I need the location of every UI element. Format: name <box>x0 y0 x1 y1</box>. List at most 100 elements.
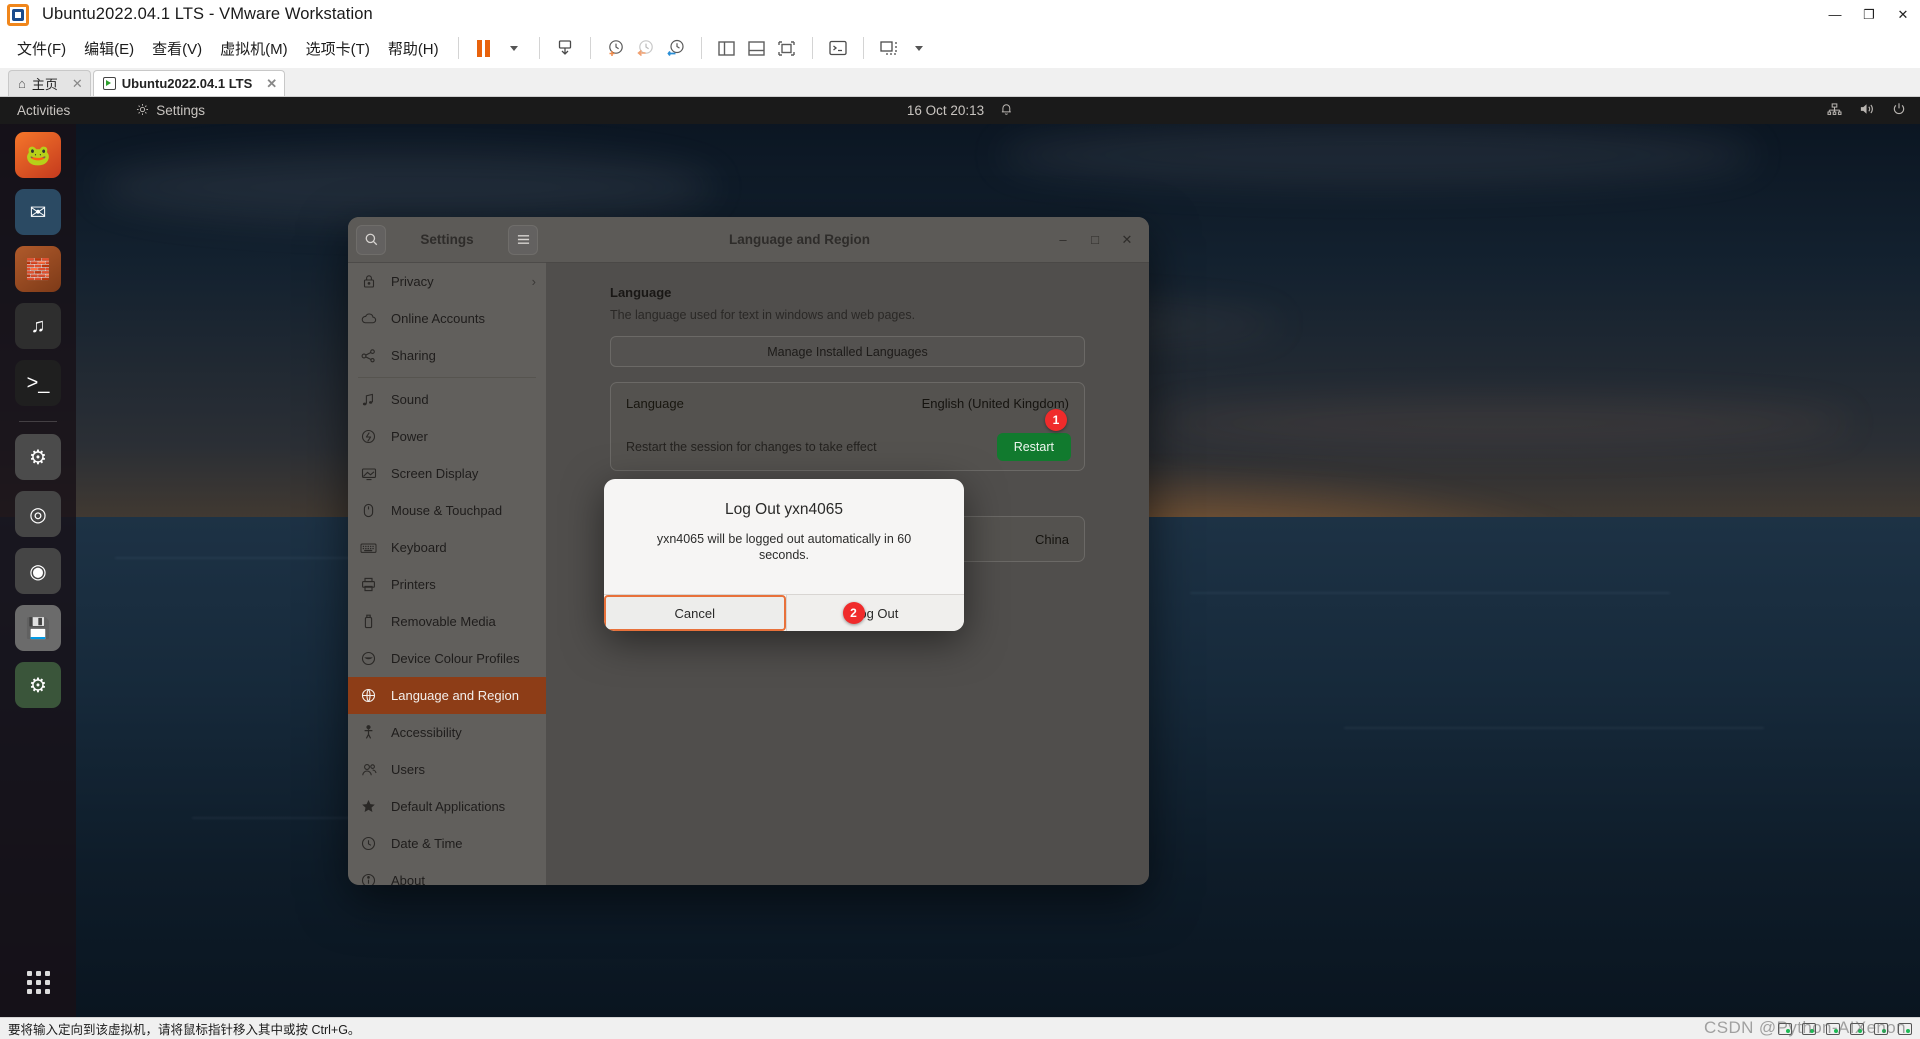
view-fullscreen-icon[interactable] <box>772 33 802 63</box>
hamburger-icon[interactable] <box>508 224 538 255</box>
menu-help[interactable]: 帮助(H) <box>379 34 448 63</box>
toolbar-separator-1 <box>538 37 540 59</box>
maximize-button[interactable]: ❐ <box>1852 0 1886 29</box>
monitor-icon <box>360 467 377 481</box>
pause-icon[interactable] <box>469 33 499 63</box>
sound-device-icon[interactable] <box>1826 1022 1840 1035</box>
settings-maximize-button[interactable]: □ <box>1079 225 1111 255</box>
sidebar-divider <box>358 377 536 378</box>
send-ctrl-alt-del-icon[interactable] <box>550 33 580 63</box>
sidebar-item-device-colour-profiles[interactable]: Device Colour Profiles <box>348 640 546 677</box>
dock-item-disks[interactable]: ◉ <box>15 548 61 594</box>
snapshot-revert-icon[interactable] <box>631 33 661 63</box>
sidebar-item-label: Device Colour Profiles <box>391 651 520 666</box>
app-menu-settings[interactable]: Settings <box>136 103 205 119</box>
share-icon <box>360 348 377 363</box>
view-bottom-panel-icon[interactable] <box>742 33 772 63</box>
activities-button[interactable]: Activities <box>17 103 70 118</box>
cloud-icon <box>360 312 377 325</box>
dock-item-tweaks[interactable]: ⚙ <box>15 662 61 708</box>
sidebar-item-online-accounts[interactable]: Online Accounts <box>348 300 546 337</box>
dropdown-caret-icon[interactable] <box>499 33 529 63</box>
screenshot-root: Ubuntu2022.04.1 LTS - VMware Workstation… <box>0 0 1920 1039</box>
restart-row: Restart the session for changes to take … <box>611 423 1084 470</box>
snapshot-manager-icon[interactable] <box>661 33 691 63</box>
colour-profile-icon <box>360 651 377 666</box>
sidebar-title: Settings <box>420 232 474 247</box>
globe-icon <box>360 688 377 703</box>
unity-mode-icon[interactable] <box>874 33 904 63</box>
sidebar-item-privacy[interactable]: Privacy › <box>348 263 546 300</box>
dialog-message: yxn4065 will be logged out automatically… <box>656 532 912 562</box>
sidebar-item-users[interactable]: Users <box>348 751 546 788</box>
sidebar-item-label: Users <box>391 762 425 777</box>
menubar-separator <box>457 37 459 59</box>
dock-item-firefox[interactable]: 🐸 <box>15 132 61 178</box>
minimize-button[interactable]: — <box>1818 0 1852 29</box>
sidebar-item-default-applications[interactable]: Default Applications <box>348 788 546 825</box>
sidebar-item-sharing[interactable]: Sharing <box>348 337 546 374</box>
guest-screen: Activities Settings 16 Oct 20:13 🐸 ✉ 🧱 ♫… <box>0 97 1920 1017</box>
sidebar-item-keyboard[interactable]: Keyboard <box>348 529 546 566</box>
menu-tabs[interactable]: 选项卡(T) <box>297 34 379 63</box>
dock-item-software[interactable]: 💾 <box>15 605 61 651</box>
printer-device-icon[interactable] <box>1850 1022 1864 1035</box>
statusbar-device-icons[interactable] <box>1778 1022 1912 1035</box>
system-indicators[interactable] <box>1827 102 1906 119</box>
display-device-icon[interactable] <box>1898 1022 1912 1035</box>
usb-device-icon[interactable] <box>1802 1022 1816 1035</box>
dock-item-help[interactable]: ◎ <box>15 491 61 537</box>
menu-file[interactable]: 文件(F) <box>8 34 75 63</box>
restart-button[interactable]: Restart <box>996 432 1071 461</box>
content-header: Language and Region – □ ✕ <box>546 217 1149 263</box>
settings-close-button[interactable]: ✕ <box>1111 225 1143 255</box>
dock-item-terminal[interactable]: >_ <box>15 360 61 406</box>
console-icon[interactable] <box>823 33 853 63</box>
search-icon[interactable] <box>356 224 386 255</box>
disk-device-icon[interactable] <box>1874 1022 1888 1035</box>
sidebar-item-about[interactable]: About <box>348 862 546 885</box>
toolbar-separator-2 <box>589 37 591 59</box>
tab-ubuntu-vm[interactable]: Ubuntu2022.04.1 LTS ✕ <box>92 70 286 96</box>
sidebar-item-mouse-touchpad[interactable]: Mouse & Touchpad <box>348 492 546 529</box>
show-applications-button[interactable] <box>15 959 61 1005</box>
tab-ubuntu-vm-close-icon[interactable]: ✕ <box>266 76 277 92</box>
manage-installed-languages-button[interactable]: Manage Installed Languages <box>610 336 1085 367</box>
menu-vm[interactable]: 虚拟机(M) <box>211 34 297 63</box>
network-device-icon[interactable] <box>1778 1022 1792 1035</box>
annotation-badge-1: 1 <box>1045 409 1067 431</box>
sidebar-item-sound[interactable]: Sound <box>348 381 546 418</box>
tab-home-close-icon[interactable]: ✕ <box>72 76 83 92</box>
menu-edit[interactable]: 编辑(E) <box>75 34 143 63</box>
vmware-tabstrip: ⌂ 主页 ✕ Ubuntu2022.04.1 LTS ✕ <box>0 68 1920 97</box>
dock-item-files[interactable]: 🧱 <box>15 246 61 292</box>
cancel-button[interactable]: Cancel <box>604 595 786 631</box>
toolbar-separator-5 <box>862 37 864 59</box>
sidebar-item-language-and-region[interactable]: Language and Region <box>348 677 546 714</box>
dock-separator <box>19 421 57 422</box>
sidebar-item-label: Power <box>391 429 428 444</box>
dock-item-settings[interactable]: ⚙ <box>15 434 61 480</box>
unity-caret-icon[interactable] <box>904 33 934 63</box>
star-icon <box>360 799 377 814</box>
dock-item-thunderbird[interactable]: ✉ <box>15 189 61 235</box>
clock-area[interactable]: 16 Oct 20:13 <box>907 102 1013 119</box>
sidebar-item-screen-display[interactable]: Screen Display <box>348 455 546 492</box>
settings-sidebar: Settings Privacy › Online Accounts Shari… <box>348 217 546 885</box>
sidebar-item-removable-media[interactable]: Removable Media <box>348 603 546 640</box>
snapshot-take-icon[interactable] <box>601 33 631 63</box>
tab-home[interactable]: ⌂ 主页 ✕ <box>8 70 91 96</box>
sidebar-item-power[interactable]: Power <box>348 418 546 455</box>
menu-view[interactable]: 查看(V) <box>143 34 211 63</box>
close-button[interactable]: ✕ <box>1886 0 1920 29</box>
view-sidebar-icon[interactable] <box>712 33 742 63</box>
language-row[interactable]: Language English (United Kingdom) <box>611 383 1084 423</box>
settings-minimize-button[interactable]: – <box>1047 225 1079 255</box>
dock-item-rhythmbox[interactable]: ♫ <box>15 303 61 349</box>
status-text: 要将输入定向到该虚拟机，请将鼠标指针移入其中或按 Ctrl+G。 <box>8 1023 361 1037</box>
log-out-button[interactable]: 2 Log Out <box>785 595 964 631</box>
sidebar-item-date-time[interactable]: Date & Time <box>348 825 546 862</box>
sidebar-item-printers[interactable]: Printers <box>348 566 546 603</box>
music-note-icon <box>360 393 377 407</box>
sidebar-item-accessibility[interactable]: Accessibility <box>348 714 546 751</box>
